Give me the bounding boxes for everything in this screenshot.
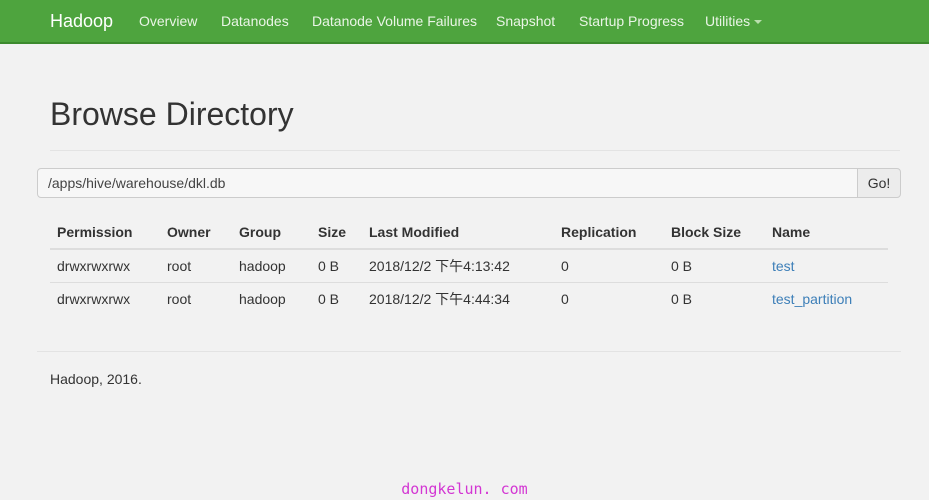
header-group[interactable]: Group (232, 216, 311, 250)
footer-divider (37, 351, 901, 352)
cell-size: 0 B (318, 290, 340, 307)
top-navbar: Hadoop Overview Datanodes Datanode Volum… (0, 0, 929, 44)
table-row: drwxrwxrwx root hadoop 0 B 2018/12/2 下午4… (50, 249, 888, 283)
go-button[interactable]: Go! (857, 168, 901, 198)
path-input-group: Go! (37, 168, 901, 198)
nav-item-startup-progress[interactable]: Startup Progress (579, 13, 684, 29)
cell-replication: 0 (561, 290, 569, 307)
cell-replication: 0 (554, 249, 664, 283)
cell-last-modified: 2018/12/2 下午4:13:42 (362, 249, 554, 283)
nav-item-datanode-volume-failures[interactable]: Datanode Volume Failures (312, 13, 477, 29)
header-permission[interactable]: Permission (50, 216, 160, 250)
watermark-text: dongkelun. com (401, 480, 528, 498)
cell-name: test (765, 249, 888, 283)
cell-name: test_partition (765, 282, 888, 315)
title-divider (50, 150, 900, 151)
cell-permission: drwxrwxrwx (57, 290, 131, 307)
header-replication[interactable]: Replication (554, 216, 664, 250)
table-row: drwxrwxrwx root hadoop 0 B 2018/12/2 下午4… (50, 282, 888, 315)
header-last-modified[interactable]: Last Modified (362, 216, 554, 250)
cell-group: hadoop (232, 249, 311, 283)
header-block-size[interactable]: Block Size (664, 216, 765, 250)
cell-owner: root (160, 249, 232, 283)
brand-link[interactable]: Hadoop (50, 11, 113, 32)
cell-size: 0 B (311, 249, 362, 283)
directory-path-input[interactable] (37, 168, 858, 198)
nav-item-snapshot[interactable]: Snapshot (496, 13, 555, 29)
cell-last-modified: 2018/12/2 下午4:44:34 (369, 290, 510, 307)
page-title: Browse Directory (50, 96, 294, 132)
header-name[interactable]: Name (765, 216, 888, 250)
cell-block-size: 0 B (671, 290, 693, 307)
caret-down-icon (754, 20, 763, 25)
cell-group: hadoop (239, 290, 286, 307)
nav-item-overview[interactable]: Overview (139, 13, 197, 29)
nav-item-utilities-label: Utilities (705, 13, 751, 29)
table-header-row: Permission Owner Group Size Last Modifie… (50, 216, 888, 250)
footer-copyright: Hadoop, 2016. (50, 371, 142, 387)
directory-listing-table: Permission Owner Group Size Last Modifie… (50, 216, 888, 315)
header-size[interactable]: Size (311, 216, 362, 250)
directory-link[interactable]: test (772, 258, 795, 274)
nav-item-utilities-dropdown[interactable]: Utilities (705, 13, 763, 29)
directory-link[interactable]: test_partition (772, 291, 852, 307)
cell-permission: drwxrwxrwx (50, 249, 160, 283)
nav-item-datanodes[interactable]: Datanodes (221, 13, 289, 29)
cell-owner: root (167, 290, 192, 307)
header-owner[interactable]: Owner (160, 216, 232, 250)
cell-block-size: 0 B (664, 249, 765, 283)
